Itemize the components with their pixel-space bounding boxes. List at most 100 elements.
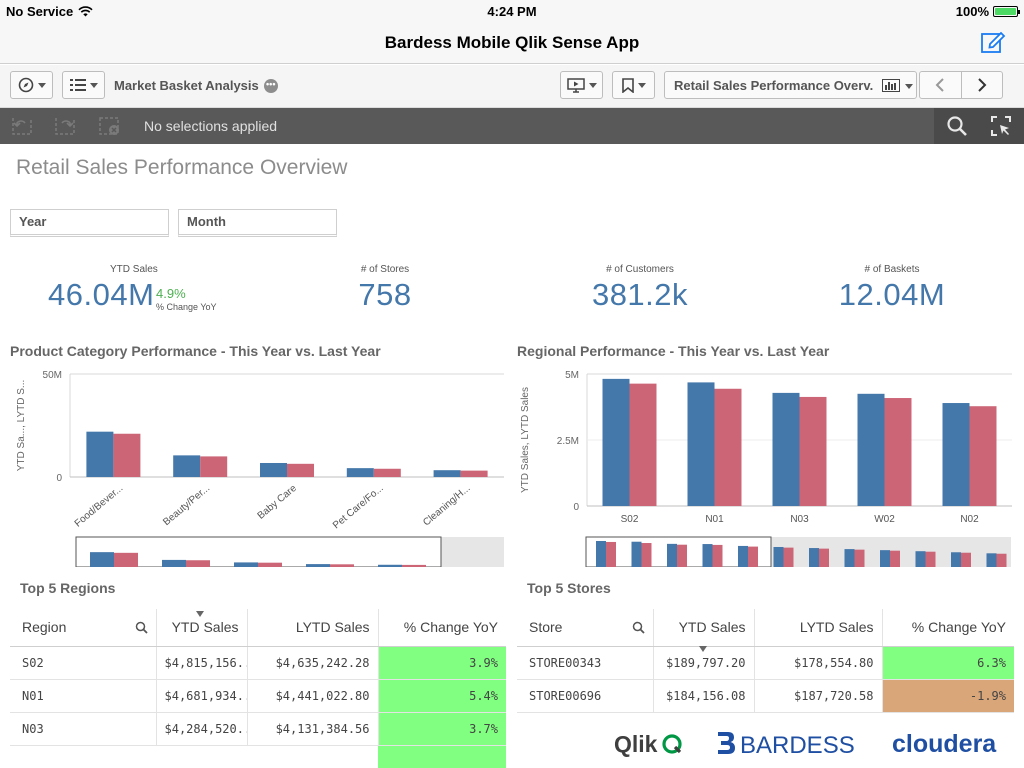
mini-bar-lytd[interactable] — [925, 551, 936, 567]
mini-bar-lytd[interactable] — [712, 544, 723, 567]
search-icon[interactable] — [135, 621, 148, 634]
top-regions-title: Top 5 Regions — [20, 580, 116, 596]
bar-lytd-sales[interactable] — [460, 470, 488, 477]
mini-bar-ytd[interactable] — [880, 550, 890, 567]
bar-lytd-sales[interactable] — [714, 388, 742, 506]
bar-lytd-sales[interactable] — [373, 468, 401, 477]
bar-lytd-sales[interactable] — [113, 433, 141, 477]
mini-bar-ytd[interactable] — [915, 551, 926, 567]
y-axis-title: YTD Sales, LYTD Sales — [520, 387, 531, 493]
mini-bar-lytd[interactable] — [258, 562, 282, 567]
table-row[interactable]: S02 $4,815,156... $4,635,242.28 3.9% — [10, 646, 506, 680]
mini-bar-lytd[interactable] — [890, 550, 900, 567]
column-header-change-yoy[interactable]: % Change YoY — [378, 609, 506, 647]
bar-ytd-sales[interactable] — [173, 455, 201, 477]
mini-bar-ytd[interactable] — [738, 545, 748, 567]
navigation-menu-button[interactable] — [10, 71, 53, 99]
mini-bar-lytd[interactable] — [819, 548, 829, 567]
column-header-lytd-sales[interactable]: LYTD Sales — [754, 609, 883, 647]
mini-bar-ytd[interactable] — [162, 559, 186, 567]
mini-bar-lytd[interactable] — [402, 564, 426, 567]
kpi-baskets[interactable]: # of Baskets 12.04M — [807, 264, 977, 313]
mini-bar-lytd[interactable] — [996, 553, 1007, 567]
search-icon[interactable] — [632, 621, 645, 634]
bar-lytd-sales[interactable] — [799, 396, 827, 506]
mini-bar-lytd[interactable] — [606, 541, 616, 567]
chevron-down-icon — [89, 82, 98, 88]
mini-bar-ytd[interactable] — [378, 564, 402, 567]
bar-ytd-sales[interactable] — [346, 468, 374, 477]
bar-ytd-sales[interactable] — [260, 462, 287, 477]
compass-icon — [18, 77, 33, 93]
table-row[interactable]: N03 $4,284,520... $4,131,384.56 3.7% — [10, 712, 506, 746]
bookmarks-button[interactable] — [612, 71, 655, 99]
column-header-store[interactable]: Store — [517, 609, 654, 647]
clock: 4:24 PM — [487, 4, 537, 19]
bar-lytd-sales[interactable] — [629, 383, 657, 506]
kpi-stores[interactable]: # of Stores 758 — [300, 264, 470, 313]
bar-lytd-sales[interactable] — [200, 456, 228, 477]
selections-tool-icon[interactable] — [990, 115, 1012, 137]
mini-bar-ytd[interactable] — [90, 552, 114, 567]
bar-ytd-sales[interactable] — [857, 393, 885, 506]
filter-year[interactable]: Year — [10, 209, 169, 237]
sheet-selector[interactable]: Retail Sales Performance Overv... — [664, 71, 917, 99]
mini-bar-lytd[interactable] — [783, 547, 794, 567]
kpi-customers[interactable]: # of Customers 381.2k — [555, 264, 725, 313]
mini-bar-lytd[interactable] — [677, 544, 687, 567]
step-forward-icon[interactable] — [53, 115, 77, 137]
mini-bar-ytd[interactable] — [809, 548, 819, 567]
presentation-icon — [566, 77, 585, 93]
filter-month[interactable]: Month — [178, 209, 337, 237]
y-tick-label: 5M — [565, 370, 579, 381]
chevron-down-icon — [37, 82, 46, 88]
mini-bar-lytd[interactable] — [641, 543, 652, 567]
mini-bar-ytd[interactable] — [667, 543, 677, 567]
mini-bar-ytd[interactable] — [596, 540, 606, 567]
table-row[interactable]: N01 $4,681,934... $4,441,022.80 5.4% — [10, 679, 506, 713]
bar-ytd-sales[interactable] — [942, 403, 970, 506]
bar-ytd-sales[interactable] — [602, 378, 630, 506]
regional-performance-chart[interactable]: 5M 2.5M 0 YTD Sales, LYTD Sales S02 N01 N03 W02… — [512, 362, 1019, 567]
step-back-icon[interactable] — [10, 115, 34, 137]
mini-bar-lytd[interactable] — [748, 546, 758, 567]
mini-bar-lytd[interactable] — [330, 564, 354, 567]
mini-bar-ytd[interactable] — [702, 544, 713, 567]
bar-ytd-sales[interactable] — [687, 382, 715, 506]
mini-bar-lytd[interactable] — [114, 552, 138, 567]
app-name[interactable]: Market Basket Analysis ••• — [114, 78, 278, 93]
mini-bar-ytd[interactable] — [234, 562, 258, 567]
clear-selections-icon[interactable] — [97, 115, 121, 137]
mini-bar-ytd[interactable] — [844, 549, 855, 567]
story-button[interactable] — [560, 71, 603, 99]
previous-sheet-button[interactable] — [920, 72, 961, 98]
column-header-ytd-sales[interactable]: YTD Sales — [156, 609, 248, 647]
mini-bar-ytd[interactable] — [951, 552, 961, 567]
bar-ytd-sales[interactable] — [772, 392, 800, 506]
bar-lytd-sales[interactable] — [287, 463, 314, 477]
more-options-icon[interactable]: ••• — [263, 78, 278, 93]
chevron-down-icon — [588, 82, 597, 88]
mini-bar-ytd[interactable] — [306, 564, 330, 567]
mini-bar-lytd[interactable] — [961, 552, 971, 567]
next-sheet-button[interactable] — [960, 72, 1003, 98]
column-header-region[interactable]: Region — [10, 609, 157, 647]
bar-ytd-sales[interactable] — [86, 431, 114, 477]
column-header-lytd-sales[interactable]: LYTD Sales — [247, 609, 379, 647]
mini-bar-ytd[interactable] — [986, 553, 997, 567]
compose-icon[interactable] — [980, 29, 1006, 55]
mini-bar-lytd[interactable] — [854, 549, 865, 567]
column-header-ytd-sales[interactable]: YTD Sales — [653, 609, 755, 652]
mini-bar-ytd[interactable] — [631, 541, 642, 567]
table-row[interactable]: STORE00343 $189,797.20 $178,554.80 6.3% — [517, 646, 1014, 680]
mini-bar-ytd[interactable] — [773, 546, 784, 567]
global-menu-button[interactable] — [62, 71, 105, 99]
bar-lytd-sales[interactable] — [969, 406, 997, 506]
mini-bar-lytd[interactable] — [186, 560, 210, 567]
column-header-change-yoy[interactable]: % Change YoY — [882, 609, 1014, 647]
bar-lytd-sales[interactable] — [884, 398, 912, 506]
product-category-chart[interactable]: 50M 0 YTD Sa..., LYTD S... Food/Bever... Bea… — [0, 362, 505, 567]
bar-ytd-sales[interactable] — [433, 470, 461, 477]
table-row[interactable]: STORE00696 $184,156.08 $187,720.58 -1.9% — [517, 679, 1014, 713]
search-icon[interactable] — [946, 115, 968, 137]
